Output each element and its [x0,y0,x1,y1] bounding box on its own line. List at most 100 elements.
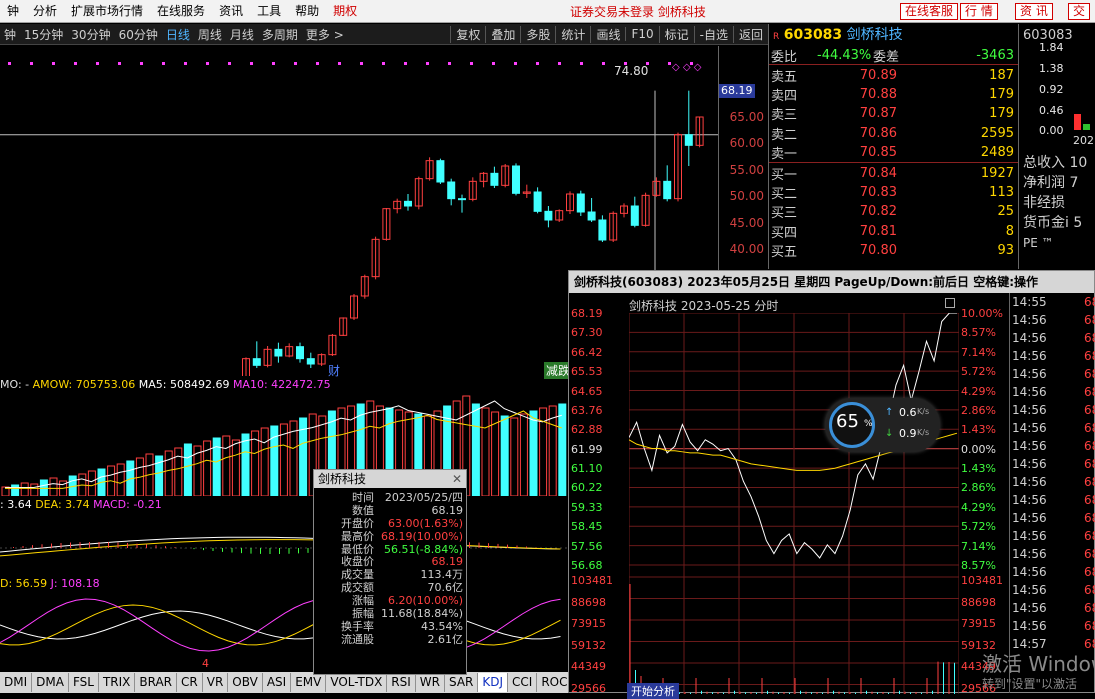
start-analysis-tab[interactable]: 开始分析 [627,683,679,699]
menu-item-analysis[interactable]: 分析 [26,0,64,23]
tab-kdj[interactable]: KDJ [478,673,509,692]
news-button[interactable]: 资 讯 [1015,3,1053,20]
tab-rsi[interactable]: RSI [387,673,416,692]
period-more[interactable]: 更多 > [302,26,348,43]
volume-bar [548,405,557,496]
finance-marker[interactable]: 财 [328,362,340,379]
tab-cr[interactable]: CR [177,673,203,692]
tab-dma[interactable]: DMA [32,673,69,692]
weicha-value: -3463 [976,47,1014,63]
tab-fsl[interactable]: FSL [69,673,99,692]
order-label: 卖三 [771,108,798,124]
volume-chart[interactable] [0,394,570,496]
period-multi[interactable]: 多周期 [258,26,302,43]
popup-restore-icon[interactable] [945,298,955,308]
infobox-key: 流通股 [341,632,374,646]
dot-marker [140,62,143,65]
menu-item-news[interactable]: 资讯 [212,0,250,23]
multi-stock-button[interactable]: 多股 [520,25,555,43]
infobox-key: 数值 [352,503,374,517]
candle-body [458,198,466,201]
tab-dmi[interactable]: DMI [0,673,33,692]
tick-time: 14:56 [1012,331,1047,345]
trade-button[interactable]: 交 [1068,3,1091,20]
infobox-row: 开盘价 63.00(1.63%) [314,517,466,531]
order-label: 买五 [771,245,798,261]
tick-time: 14:56 [1012,601,1047,615]
vol-tick: 59132 [571,638,606,652]
draw-button[interactable]: 画线 [590,25,625,43]
close-icon[interactable]: ✕ [452,470,462,488]
tick-price: 68 [1084,421,1095,435]
stats-button[interactable]: 统计 [555,25,590,43]
dot-marker [426,62,429,65]
tick-row: 14:56 68 [1012,367,1095,381]
tick-row: 14:55 68 [1012,295,1095,309]
candle-body [436,160,445,183]
intraday-chart[interactable] [629,313,959,694]
tick-price: 68 [1084,295,1095,309]
tab-vr[interactable]: VR [203,673,229,692]
candle-body [274,348,283,357]
dot-marker [492,62,495,65]
tick-row: 14:56 68 [1012,511,1095,525]
period-weekly[interactable]: 周线 [194,26,226,43]
period-60min[interactable]: 60分钟 [115,26,162,43]
candle-body [296,346,304,360]
dot-marker [272,62,275,65]
menu-item-online[interactable]: 在线服务 [150,0,212,23]
menu-item-options[interactable]: 期权 [326,0,364,23]
infobox-value: 68.19 [431,503,464,517]
infobox-key: 换手率 [341,619,374,633]
menu-item-0[interactable]: 钟 [0,0,26,23]
order-price: 70.85 [859,145,897,161]
ma10-label: MA10: 422472.75 [232,378,331,391]
tick-time: 14:56 [1012,619,1047,633]
volume-bar [251,430,260,496]
period-monthly[interactable]: 月线 [226,26,258,43]
restore-rights-button[interactable]: 复权 [450,25,485,43]
period-daily[interactable]: 日线 [162,26,194,43]
menu-item-tools[interactable]: 工具 [250,0,288,23]
menu-item-ext-market[interactable]: 扩展市场行情 [64,0,150,23]
order-volume: 113 [989,184,1014,200]
volume-bar [87,470,96,496]
tab-vol-tdx[interactable]: VOL-TDX [326,673,388,692]
tab-asi[interactable]: ASI [263,673,292,692]
back-button[interactable]: 返回 [732,25,768,43]
menu-item-help[interactable]: 帮助 [288,0,326,23]
tab-cci[interactable]: CCI [508,673,538,692]
macd-chart[interactable] [0,512,570,574]
tab-wr[interactable]: WR [416,673,445,692]
tab-sar[interactable]: SAR [445,673,479,692]
popup-title[interactable]: 剑桥科技(603083) 2023年05月25日 星期四 PageUp/Down… [569,271,1094,293]
mark-button[interactable]: 标记 [658,25,694,43]
tick-row: 14:56 68 [1012,475,1095,489]
period-30min[interactable]: 30分钟 [67,26,114,43]
pct-tick: 1.43% [961,462,996,476]
tab-obv[interactable]: OBV [228,673,263,692]
overlay-button[interactable]: 叠加 [485,25,520,43]
vol-tick: 73915 [571,617,606,630]
quote-button[interactable]: 行 情 [960,3,998,20]
quote-panel: R 603083 剑桥科技 委比 -44.43% 委差 -3463 卖五 70.8… [768,24,1018,269]
vol-tick: 103481 [571,574,613,587]
volume-bar [510,417,519,496]
network-speed-widget[interactable]: 65 % ↑ 0.6 K/s ↓ 0.9 K/s [825,398,940,452]
buy-book: 买一 70.84 1927 买二 70.83 113 买三 70.82 25 买四 70.81 8 买五… [769,163,1018,261]
order-volume: 187 [989,67,1014,83]
buy-row: 买一 70.84 1927 [769,163,1018,183]
period-15min[interactable]: 15分钟 [20,26,67,43]
infobox-header[interactable]: 剑桥科技 ✕ [314,470,466,488]
self-select-button[interactable]: -自选 [693,25,733,43]
tab-roc[interactable]: ROC [537,673,570,692]
tab-brar[interactable]: BRAR [135,673,178,692]
online-service-button[interactable]: 在线客服 [900,3,959,20]
order-label: 卖四 [771,88,798,104]
tab-trix[interactable]: TRIX [99,673,136,692]
data-info-box: 剑桥科技 ✕ 时间 2023/05/25/四 数值 68.19 开盘价 63.00(1.6… [313,469,467,675]
f10-button[interactable]: F10 [625,27,658,41]
kdj-chart[interactable] [0,592,570,658]
tab-emv[interactable]: EMV [291,673,327,692]
period-1min[interactable]: 钟 [0,26,20,43]
